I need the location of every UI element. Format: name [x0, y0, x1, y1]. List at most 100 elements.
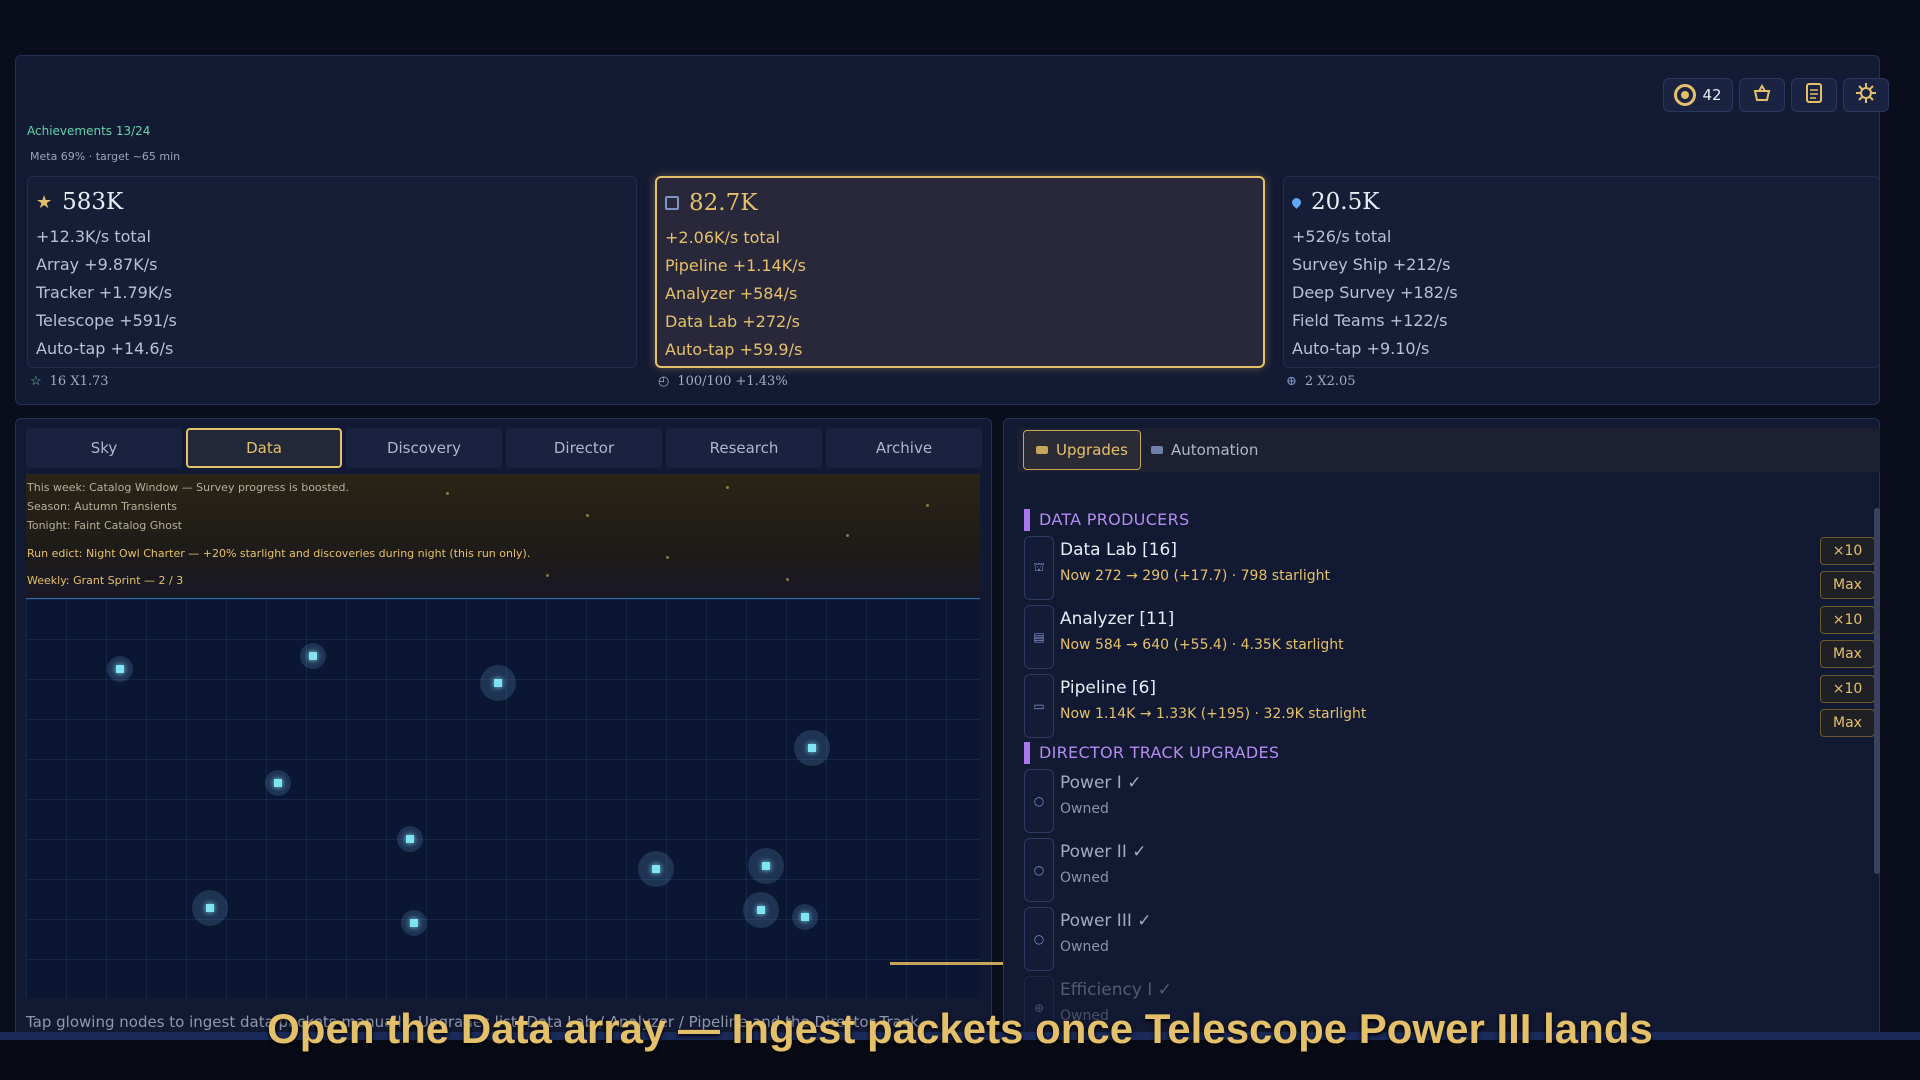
- tab-sky[interactable]: Sky: [26, 428, 182, 468]
- upgrade-status: Owned: [1060, 870, 1109, 886]
- tokens-button[interactable]: 42: [1663, 78, 1733, 112]
- card-value: 20.5K: [1311, 189, 1380, 215]
- meta-progress: Meta 69% · target ~65 min: [30, 150, 181, 163]
- upgrade-power-1[interactable]: ○ Power I ✓ Owned: [1024, 769, 1824, 835]
- footer-text: 2 X2.05: [1304, 374, 1356, 389]
- upgrade-detail: Now 1.14K → 1.33K (+195) · 32.9K starlig…: [1060, 706, 1367, 722]
- upgrade-status: Owned: [1060, 939, 1109, 955]
- data-lab-max-button[interactable]: Max: [1820, 571, 1875, 599]
- week-info: This week: Catalog Window — Survey progr…: [27, 481, 349, 494]
- clock-icon: ◴: [658, 374, 670, 389]
- card-value: 82.7K: [689, 190, 758, 216]
- data-node[interactable]: [397, 826, 423, 852]
- data-node[interactable]: [107, 656, 133, 682]
- basket-icon: [1752, 83, 1772, 107]
- pipeline-x10-button[interactable]: ×10: [1820, 675, 1875, 703]
- upgrade-pipeline[interactable]: ▭ Pipeline [6] Now 1.14K → 1.33K (+195) …: [1024, 674, 1824, 740]
- section-data-producers: DATA PRODUCERS: [1024, 509, 1189, 531]
- card-row: Array +9.87K/s: [36, 255, 158, 274]
- card-row: Auto-tap +59.9/s: [665, 340, 803, 359]
- upgrade-title: Power III ✓: [1060, 911, 1152, 931]
- data-node[interactable]: [480, 665, 516, 701]
- data-node[interactable]: [265, 770, 291, 796]
- tab-label: Upgrades: [1056, 441, 1128, 459]
- analyzer-x10-button[interactable]: ×10: [1820, 606, 1875, 634]
- footer-text: 16 X1.73: [49, 374, 109, 389]
- data-card[interactable]: 82.7K +2.06K/s total Pipeline +1.14K/s A…: [655, 176, 1265, 368]
- shop-button[interactable]: [1739, 78, 1785, 112]
- upgrade-title: Data Lab [16]: [1060, 540, 1177, 560]
- data-array-field[interactable]: [26, 598, 980, 998]
- top-band: [0, 0, 1920, 40]
- data-lab-x10-button[interactable]: ×10: [1820, 537, 1875, 565]
- hud-toolbar: 42: [1663, 78, 1889, 112]
- card-row: Tracker +1.79K/s: [36, 283, 173, 302]
- document-icon: [1805, 83, 1823, 107]
- main-tabs: Sky Data Discovery Director Research Arc…: [26, 428, 982, 468]
- data-node[interactable]: [743, 892, 779, 928]
- pipeline-max-button[interactable]: Max: [1820, 709, 1875, 737]
- card-row: Analyzer +584/s: [665, 284, 798, 303]
- data-node[interactable]: [192, 890, 228, 926]
- upgrade-status: Owned: [1060, 801, 1109, 817]
- tab-research[interactable]: Research: [666, 428, 822, 468]
- data-footer: ◴ 100/100 +1.43%: [658, 374, 788, 389]
- data-icon: [665, 196, 679, 210]
- card-total: +526/s total: [1292, 227, 1392, 246]
- tab-director[interactable]: Director: [506, 428, 662, 468]
- run-edict: Run edict: Night Owl Charter — +20% star…: [27, 547, 531, 560]
- upgrade-detail: Now 272 → 290 (+17.7) · 798 starlight: [1060, 568, 1330, 584]
- card-row: Auto-tap +14.6/s: [36, 339, 174, 358]
- starlight-card[interactable]: ★ 583K +12.3K/s total Array +9.87K/s Trac…: [27, 176, 637, 368]
- tab-upgrades[interactable]: Upgrades: [1023, 430, 1141, 470]
- starlight-footer: ☆ 16 X1.73: [30, 374, 109, 389]
- discovery-footer: ⊕ 2 X2.05: [1286, 374, 1356, 389]
- data-node[interactable]: [401, 910, 427, 936]
- side-strip: [1880, 40, 1920, 1040]
- upgrades-scrollbar[interactable]: [1874, 508, 1880, 874]
- analyzer-max-button[interactable]: Max: [1820, 640, 1875, 668]
- card-total: +12.3K/s total: [36, 227, 151, 246]
- data-node[interactable]: [300, 643, 326, 669]
- star-outline-icon: ☆: [30, 374, 42, 389]
- analyzer-icon: ▤: [1024, 605, 1054, 669]
- lab-icon: ⛫: [1024, 536, 1054, 600]
- discovery-card[interactable]: 20.5K +526/s total Survey Ship +212/s De…: [1283, 176, 1880, 368]
- tab-label: Automation: [1171, 441, 1259, 459]
- power-icon: ○: [1024, 838, 1054, 902]
- weekly-goal: Weekly: Grant Sprint — 2 / 3: [27, 574, 184, 587]
- pipeline-icon: ▭: [1024, 674, 1054, 738]
- data-node[interactable]: [638, 851, 674, 887]
- data-node[interactable]: [792, 904, 818, 930]
- star-icon: ★: [36, 191, 53, 213]
- achievements-counter[interactable]: Achievements 13/24: [27, 124, 150, 138]
- tutorial-caption: Open the Data array — Ingest packets onc…: [267, 1005, 1653, 1052]
- card-row: Auto-tap +9.10/s: [1292, 339, 1430, 358]
- footer-text: 100/100 +1.43%: [677, 374, 788, 389]
- tab-archive[interactable]: Archive: [826, 428, 982, 468]
- card-row: Telescope +591/s: [36, 311, 177, 330]
- card-row: Deep Survey +182/s: [1292, 283, 1458, 302]
- upgrade-data-lab[interactable]: ⛫ Data Lab [16] Now 272 → 290 (+17.7) · …: [1024, 536, 1824, 602]
- settings-button[interactable]: [1843, 78, 1889, 112]
- card-value: 583K: [62, 189, 124, 215]
- upgrade-title: Analyzer [11]: [1060, 609, 1175, 629]
- data-node[interactable]: [794, 730, 830, 766]
- gear-icon: [1855, 82, 1877, 108]
- drop-icon: [1290, 195, 1303, 209]
- data-node[interactable]: [748, 848, 784, 884]
- tab-automation[interactable]: Automation: [1139, 430, 1270, 470]
- target-icon: ⊕: [1286, 374, 1297, 389]
- card-row: Data Lab +272/s: [665, 312, 800, 331]
- upgrade-title: Power I ✓: [1060, 773, 1142, 793]
- upgrade-power-2[interactable]: ○ Power II ✓ Owned: [1024, 838, 1824, 904]
- tonight-info: Tonight: Faint Catalog Ghost: [27, 519, 182, 532]
- upgrade-analyzer[interactable]: ▤ Analyzer [11] Now 584 → 640 (+55.4) · …: [1024, 605, 1824, 671]
- upgrade-power-3[interactable]: ○ Power III ✓ Owned: [1024, 907, 1824, 973]
- log-button[interactable]: [1791, 78, 1837, 112]
- tab-data[interactable]: Data: [186, 428, 342, 468]
- power-icon: ○: [1024, 769, 1054, 833]
- tokens-count: 42: [1702, 86, 1722, 104]
- tab-discovery[interactable]: Discovery: [346, 428, 502, 468]
- upgrade-title: Efficiency I ✓: [1060, 980, 1172, 1000]
